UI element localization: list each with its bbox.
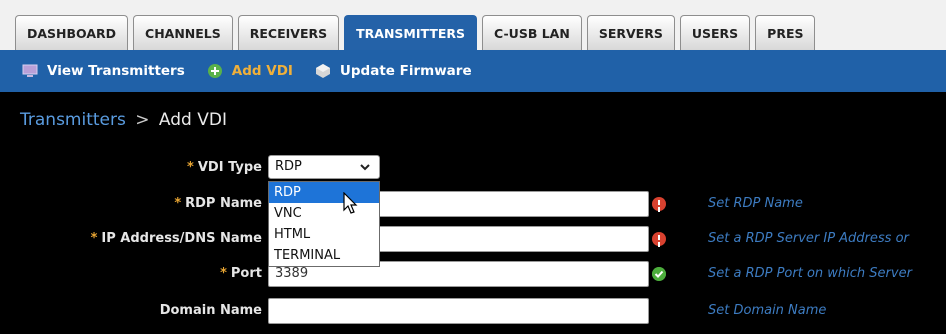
view-transmitters-label: View Transmitters [47,63,185,79]
tab-presets[interactable]: PRES [755,15,816,50]
chip-icon [315,64,330,78]
domain-name-label: Domain Name [159,303,262,318]
ip-address-label-text: IP Address/DNS Name [101,231,262,246]
update-firmware-label: Update Firmware [339,63,472,79]
view-transmitters-link[interactable]: View Transmitters [22,63,185,79]
error-icon [652,197,666,211]
rdp-name-label: * RDP Name [174,191,262,217]
vdi-type-label: * VDI Type [187,155,262,181]
required-marker: * [220,266,227,281]
required-marker: * [187,160,194,175]
required-marker: * [174,196,182,211]
required-marker: * [90,231,98,246]
top-tab-bar: DASHBOARD CHANNELS RECEIVERS TRANSMITTER… [0,0,946,50]
domain-name-hint: Set Domain Name [708,303,827,318]
check-icon [652,267,666,281]
ip-address-hint: Set a RDP Server IP Address or [708,231,909,246]
tab-servers[interactable]: SERVERS [586,15,675,50]
add-icon [207,64,222,78]
vdi-type-value: RDP [275,159,302,174]
sub-navigation: View Transmitters Add VDI Update Firmwar… [0,50,946,92]
option-rdp[interactable]: RDP [269,182,379,203]
vdi-type-dropdown: RDP VNC HTML TERMINAL [268,181,380,267]
tab-receivers[interactable]: RECEIVERS [237,15,340,50]
rdp-name-label-text: RDP Name [185,196,262,211]
main-tabs: DASHBOARD CHANNELS RECEIVERS TRANSMITTER… [15,15,816,50]
tab-users[interactable]: USERS [679,15,751,50]
breadcrumb: Transmitters > Add VDI [20,110,227,130]
rdp-name-hint: Set RDP Name [708,196,803,211]
breadcrumb-separator: > [135,110,150,130]
add-vdi-link[interactable]: Add VDI [207,63,293,79]
domain-name-row: Domain Name Set Domain Name [0,298,946,324]
tab-dashboard[interactable]: DASHBOARD [15,15,129,50]
mouse-cursor-icon [343,192,358,214]
page-title: Add VDI [158,110,227,130]
tab-transmitters[interactable]: TRANSMITTERS [344,15,478,50]
monitor-icon [22,64,38,77]
ip-address-row: * IP Address/DNS Name Set a RDP Server IP… [0,226,946,252]
port-row: * Port 3389 Set a RDP Port on which Serve… [0,261,946,287]
port-hint: Set a RDP Port on which Server [708,266,912,281]
tab-channels[interactable]: CHANNELS [133,15,233,50]
option-html[interactable]: HTML [269,224,379,245]
tab-c-usb-lan[interactable]: C-USB LAN [482,15,582,50]
vdi-type-row: * VDI Type RDP [0,155,946,181]
update-firmware-link[interactable]: Update Firmware [315,63,472,79]
vdi-type-select[interactable]: RDP [268,155,380,179]
add-vdi-label: Add VDI [231,63,293,79]
error-icon [652,232,666,246]
domain-name-input[interactable] [268,298,649,324]
port-label: * Port [220,261,262,287]
option-vnc[interactable]: VNC [269,203,379,224]
ip-address-label: * IP Address/DNS Name [91,226,262,252]
port-label-text: Port [230,266,262,281]
rdp-name-row: * RDP Name Set RDP Name [0,191,946,217]
vdi-type-label-text: VDI Type [197,160,262,175]
breadcrumb-transmitters[interactable]: Transmitters [20,110,126,130]
chevron-down-icon [360,164,370,171]
option-terminal[interactable]: TERMINAL [269,245,379,266]
